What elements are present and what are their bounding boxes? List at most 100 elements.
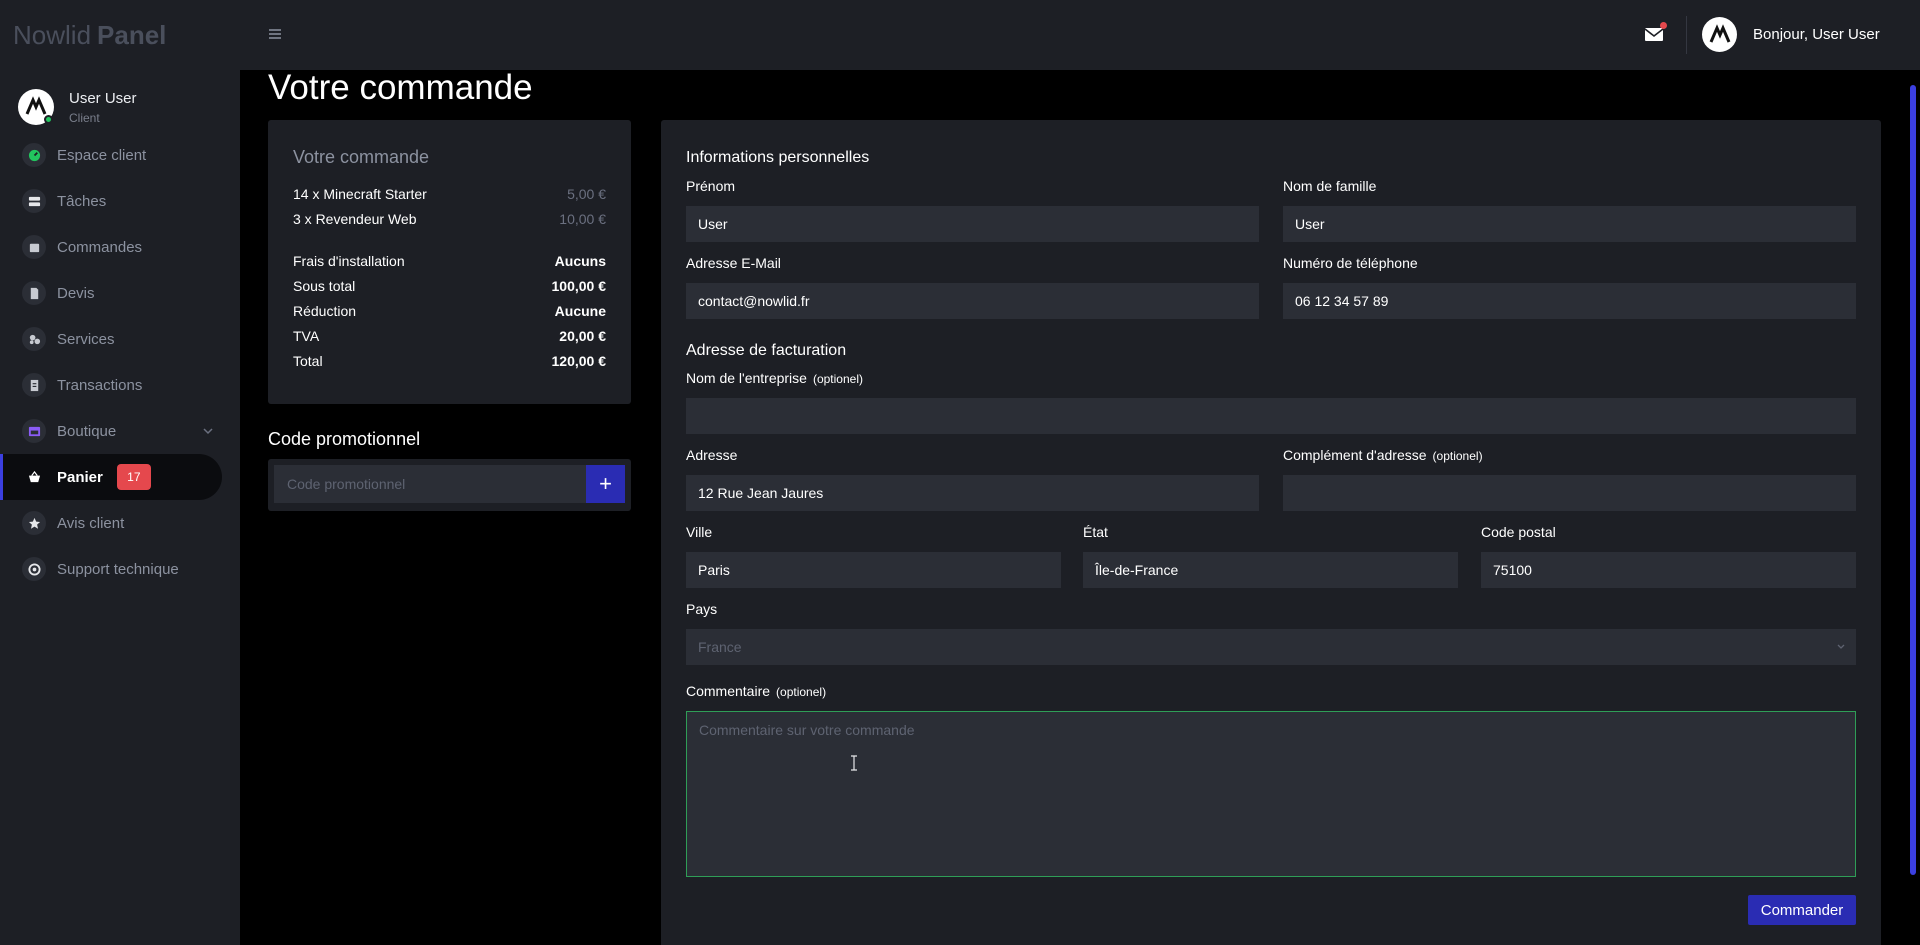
user-profile[interactable]: User User Client xyxy=(0,70,240,132)
email-field: Adresse E-Mail contact@nowlid.fr xyxy=(686,255,1259,319)
sidebar-item-boutique[interactable]: Boutique xyxy=(0,408,240,454)
country-label: Pays xyxy=(686,601,718,617)
order-summary-title: Votre commande xyxy=(293,147,430,167)
topbar: Bonjour, User User xyxy=(240,0,1920,70)
state-label: État xyxy=(1083,524,1108,540)
page-title: Votre commande xyxy=(268,68,533,107)
item-price: 5,00 € xyxy=(567,185,606,202)
total-line: Réduction Aucune xyxy=(293,298,606,323)
sidebar-item-devis[interactable]: Devis xyxy=(0,270,240,316)
brand-name-bold: Panel xyxy=(97,19,167,50)
sidebar-item-label: Transactions xyxy=(57,376,143,394)
item-label: 3 x Revendeur Web xyxy=(293,210,417,227)
chevron-down-icon[interactable] xyxy=(202,425,214,437)
promo-code-card: + xyxy=(268,459,631,511)
services-icon xyxy=(22,327,46,351)
zip-input[interactable]: 75100 xyxy=(1481,552,1856,588)
sidebar-item-support-technique[interactable]: Support technique xyxy=(0,546,240,592)
phone-label: Numéro de téléphone xyxy=(1283,255,1418,271)
vat-label: TVA xyxy=(293,327,320,344)
sidebar-item-label: Tâches xyxy=(57,192,107,210)
chevron-down-icon xyxy=(1837,644,1845,649)
country-select[interactable]: France xyxy=(686,629,1856,665)
user-role: Client xyxy=(69,110,100,125)
address-input[interactable]: 12 Rue Jean Jaures xyxy=(686,475,1259,511)
sidebar-nav: Espace client Tâches Commandes Devis Ser… xyxy=(0,132,240,592)
checkout-form-card: Informations personnelles Prénom User No… xyxy=(661,120,1881,945)
address2-field: Complément d'adresse (optionel) xyxy=(1283,447,1856,511)
transactions-icon xyxy=(22,373,46,397)
address2-input[interactable] xyxy=(1283,475,1856,511)
setup-fee-value: Aucuns xyxy=(554,252,606,269)
topbar-divider xyxy=(1686,16,1687,54)
support-icon xyxy=(22,557,46,581)
notification-dot xyxy=(1660,22,1667,29)
discount-value: Aucune xyxy=(554,302,606,319)
firstname-label: Prénom xyxy=(686,178,736,194)
item-price: 10,00 € xyxy=(559,210,606,227)
company-label: Nom de l'entreprise (optionel) xyxy=(686,370,863,386)
subtotal-value: 100,00 € xyxy=(551,277,607,294)
cart-count-badge: 17 xyxy=(116,464,151,490)
sidebar-item-taches[interactable]: Tâches xyxy=(0,178,240,224)
lastname-input[interactable]: User xyxy=(1283,206,1856,242)
brand-logo[interactable]: Nowlid Panel xyxy=(0,0,240,70)
address-field: Adresse 12 Rue Jean Jaures xyxy=(686,447,1259,511)
user-greeting[interactable]: Bonjour, User User xyxy=(1753,26,1880,43)
online-status-dot xyxy=(44,115,53,124)
subtotal-label: Sous total xyxy=(293,277,356,294)
sidebar-item-label: Support technique xyxy=(57,560,179,578)
sidebar-item-commandes[interactable]: Commandes xyxy=(0,224,240,270)
company-field: Nom de l'entreprise (optionel) xyxy=(686,370,1856,434)
phone-field: Numéro de téléphone 06 12 34 57 89 xyxy=(1283,255,1856,319)
nowlid-logo-icon xyxy=(1709,23,1730,43)
text-cursor-icon xyxy=(851,755,857,771)
promo-code-input[interactable] xyxy=(274,465,586,503)
firstname-input[interactable]: User xyxy=(686,206,1259,242)
lastname-label: Nom de famille xyxy=(1283,178,1377,194)
total-line: TVA 20,00 € xyxy=(293,323,606,348)
quote-icon xyxy=(22,281,46,305)
order-line-item: 3 x Revendeur Web 10,00 € xyxy=(293,206,606,231)
brand-name: Nowlid xyxy=(13,19,92,50)
total-line: Frais d'installation Aucuns xyxy=(293,248,606,273)
total-value: 120,00 € xyxy=(551,352,607,369)
promo-title: Code promotionnel xyxy=(268,429,421,449)
lastname-field: Nom de famille User xyxy=(1283,178,1856,242)
menu-toggle-icon[interactable] xyxy=(268,27,282,41)
dashboard-icon xyxy=(22,143,46,167)
topbar-avatar[interactable] xyxy=(1702,17,1737,52)
city-field: Ville Paris xyxy=(686,524,1061,588)
address-label: Adresse xyxy=(686,447,738,463)
total-line: Total 120,00 € xyxy=(293,348,606,373)
shop-icon xyxy=(22,419,46,443)
scrollbar[interactable] xyxy=(1910,85,1916,875)
sidebar-item-panier[interactable]: Panier 17 xyxy=(0,454,222,500)
comment-label: Commentaire (optionel) xyxy=(686,683,827,699)
order-summary-card: Votre commande 14 x Minecraft Starter 5,… xyxy=(268,120,631,404)
sidebar-item-services[interactable]: Services xyxy=(0,316,240,362)
city-input[interactable]: Paris xyxy=(686,552,1061,588)
comment-textarea[interactable]: Commentaire sur votre commande xyxy=(686,711,1856,877)
sidebar-item-label: Avis client xyxy=(57,514,125,532)
apply-promo-button[interactable]: + xyxy=(586,465,625,503)
vat-value: 20,00 € xyxy=(559,327,606,344)
notifications-button[interactable] xyxy=(1644,22,1667,42)
email-input[interactable]: contact@nowlid.fr xyxy=(686,283,1259,319)
sidebar-item-avis-client[interactable]: Avis client xyxy=(0,500,240,546)
country-value: France xyxy=(698,639,742,655)
item-label: 14 x Minecraft Starter xyxy=(293,185,427,202)
sidebar-item-label: Commandes xyxy=(57,238,143,256)
user-name: User User xyxy=(69,89,137,107)
address2-label: Complément d'adresse (optionel) xyxy=(1283,447,1483,463)
sidebar-item-transactions[interactable]: Transactions xyxy=(0,362,240,408)
state-input[interactable]: Île-de-France xyxy=(1083,552,1458,588)
sidebar-item-label: Services xyxy=(57,330,115,348)
sidebar-item-espace-client[interactable]: Espace client xyxy=(0,132,240,178)
phone-input[interactable]: 06 12 34 57 89 xyxy=(1283,283,1856,319)
state-field: État Île-de-France xyxy=(1083,524,1458,588)
company-input[interactable] xyxy=(686,398,1856,434)
personal-info-title: Informations personnelles xyxy=(686,149,870,166)
avatar xyxy=(18,89,54,125)
commander-button[interactable]: Commander xyxy=(1748,895,1856,925)
